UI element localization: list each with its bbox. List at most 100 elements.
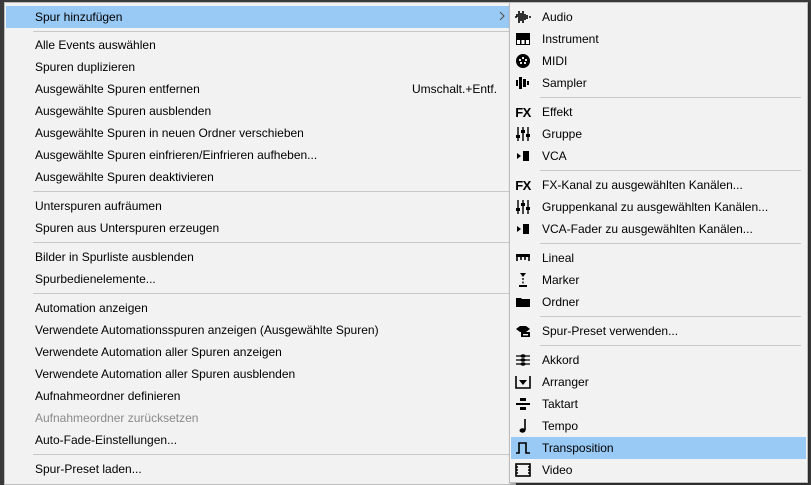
folder-icon — [515, 294, 531, 310]
menu-item-label: Verwendete Automation aller Spuren anzei… — [35, 345, 282, 359]
submenu-item-vca[interactable]: VCA — [511, 145, 806, 167]
submenu-item-transpose[interactable]: Transposition — [511, 437, 806, 459]
submenu-item-marker[interactable]: Marker — [511, 269, 806, 291]
submenu-item-ruler[interactable]: Lineal — [511, 247, 806, 269]
submenu-item-label: Effekt — [542, 105, 573, 119]
submenu-item-label: Ordner — [542, 295, 580, 309]
submenu-item-label: Spur-Preset verwenden... — [542, 324, 679, 338]
menu-item-remove-selected-tracks[interactable]: Ausgewählte Spuren entfernen Umschalt.+E… — [6, 78, 514, 100]
submenu-item-midi[interactable]: MIDI — [511, 50, 806, 72]
submenu-item-label: Sampler — [542, 76, 587, 90]
menu-item-label: Auto-Fade-Einstellungen... — [35, 433, 178, 447]
menu-item-show-used-automation-selected[interactable]: Verwendete Automationsspuren anzeigen (A… — [6, 319, 514, 341]
menu-item-add-track[interactable]: Spur hinzufügen — [6, 6, 514, 28]
menu-separator — [540, 345, 801, 346]
shortcut-label: Umschalt.+Entf. — [412, 82, 498, 96]
menu-item-label: Ausgewählte Spuren einfrieren/Einfrieren… — [35, 148, 318, 162]
arranger-icon — [515, 374, 531, 390]
menu-item-show-used-automation-all[interactable]: Verwendete Automation aller Spuren anzei… — [6, 341, 514, 363]
fx-icon: FX — [515, 177, 531, 193]
menu-item-label: Aufnahmeordner definieren — [35, 389, 181, 403]
submenu-item-audio[interactable]: Audio — [511, 6, 806, 28]
submenu-item-sampler[interactable]: Sampler — [511, 72, 806, 94]
submenu-item-label: VCA — [542, 149, 567, 163]
menu-separator — [540, 316, 801, 317]
menu-item-hide-selected-tracks[interactable]: Ausgewählte Spuren ausblenden — [6, 100, 514, 122]
submenu-item-label: Arranger — [542, 375, 589, 389]
submenu-item-tempo[interactable]: Tempo — [511, 415, 806, 437]
marker-icon — [515, 272, 531, 288]
submenu-item-effect[interactable]: FX Effekt — [511, 101, 806, 123]
menu-item-auto-fade-settings[interactable]: Auto-Fade-Einstellungen... — [6, 429, 514, 451]
midi-connector-icon — [515, 53, 531, 69]
menu-separator — [33, 293, 511, 294]
submenu-item-video[interactable]: Video — [511, 459, 806, 481]
menu-item-label: Verwendete Automationsspuren anzeigen (A… — [35, 323, 379, 337]
menu-separator — [540, 170, 801, 171]
menu-separator — [33, 454, 511, 455]
submenu-item-label: Akkord — [542, 353, 580, 367]
submenu-item-folder[interactable]: Ordner — [511, 291, 806, 313]
transpose-icon — [515, 440, 531, 456]
menu-separator — [33, 242, 511, 243]
menu-item-label: Spuren duplizieren — [35, 60, 136, 74]
submenu-item-use-track-preset[interactable]: Spur-Preset verwenden... — [511, 320, 806, 342]
submenu-item-label: MIDI — [542, 54, 568, 68]
menu-separator — [540, 97, 801, 98]
menu-item-label: Unterspuren aufräumen — [35, 199, 162, 213]
submenu-item-vca-fader[interactable]: VCA-Fader zu ausgewählten Kanälen... — [511, 218, 806, 240]
menu-item-label: Spur-Preset laden... — [35, 462, 142, 476]
submenu-item-instrument[interactable]: Instrument — [511, 28, 806, 50]
tempo-note-icon — [515, 418, 531, 434]
menu-item-freeze-tracks[interactable]: Ausgewählte Spuren einfrieren/Einfrieren… — [6, 144, 514, 166]
submenu-item-label: FX-Kanal zu ausgewählten Kanälen... — [542, 178, 743, 192]
menu-item-track-controls[interactable]: Spurbedienelemente... — [6, 268, 514, 290]
menu-item-define-record-folder[interactable]: Aufnahmeordner definieren — [6, 385, 514, 407]
menu-item-create-tracks-from-lanes[interactable]: Spuren aus Unterspuren erzeugen — [6, 217, 514, 239]
menu-item-hide-pictures[interactable]: Bilder in Spurliste ausblenden — [6, 246, 514, 268]
track-context-menu: Spur hinzufügen Alle Events auswählen Sp… — [4, 2, 516, 485]
menu-item-label: Ausgewählte Spuren entfernen — [35, 82, 200, 96]
menu-item-show-automation[interactable]: Automation anzeigen — [6, 297, 514, 319]
fx-icon: FX — [515, 104, 531, 120]
submenu-item-arranger[interactable]: Arranger — [511, 371, 806, 393]
menu-item-disable-tracks[interactable]: Ausgewählte Spuren deaktivieren — [6, 166, 514, 188]
menu-item-duplicate-tracks[interactable]: Spuren duplizieren — [6, 56, 514, 78]
menu-separator — [33, 31, 511, 32]
submenu-item-label: Marker — [542, 273, 580, 287]
submenu-item-group-channel[interactable]: Gruppenkanal zu ausgewählten Kanälen... — [511, 196, 806, 218]
add-track-submenu: Audio Instrument MIDI Sampler FX Effekt … — [509, 2, 808, 483]
submenu-item-label: Tempo — [542, 419, 579, 433]
submenu-item-label: Taktart — [542, 397, 579, 411]
menu-item-label: Ausgewählte Spuren ausblenden — [35, 104, 212, 118]
submenu-item-label: Instrument — [542, 32, 599, 46]
menu-item-hide-automation-all[interactable]: Verwendete Automation aller Spuren ausbl… — [6, 363, 514, 385]
group-faders-icon — [515, 199, 531, 215]
menu-item-label: Spuren aus Unterspuren erzeugen — [35, 221, 220, 235]
track-preset-icon — [515, 323, 531, 339]
menu-item-move-to-new-folder[interactable]: Ausgewählte Spuren in neuen Ordner versc… — [6, 122, 514, 144]
vca-fader-icon — [515, 148, 531, 164]
submenu-item-fx-channel[interactable]: FX FX-Kanal zu ausgewählten Kanälen... — [511, 174, 806, 196]
submenu-item-group[interactable]: Gruppe — [511, 123, 806, 145]
menu-item-label: Aufnahmeordner zurücksetzen — [35, 411, 199, 425]
submenu-item-signature[interactable]: Taktart — [511, 393, 806, 415]
menu-item-cleanup-lanes[interactable]: Unterspuren aufräumen — [6, 195, 514, 217]
submenu-item-label: Gruppe — [542, 127, 583, 141]
fx-glyph: FX — [515, 177, 531, 193]
menu-item-select-all-events[interactable]: Alle Events auswählen — [6, 34, 514, 56]
submenu-item-label: Transposition — [542, 441, 614, 455]
submenu-item-chord[interactable]: Akkord — [511, 349, 806, 371]
submenu-item-label: Video — [542, 463, 573, 477]
menu-item-label: Bilder in Spurliste ausblenden — [35, 250, 194, 264]
menu-item-load-track-preset[interactable]: Spur-Preset laden... — [6, 458, 514, 480]
chord-icon — [515, 352, 531, 368]
menu-item-label: Alle Events auswählen — [35, 38, 156, 52]
menu-item-label: Spurbedienelemente... — [35, 272, 156, 286]
submenu-arrow-icon — [499, 11, 505, 21]
menu-item-reset-record-folder: Aufnahmeordner zurücksetzen — [6, 407, 514, 429]
menu-item-label: Verwendete Automation aller Spuren ausbl… — [35, 367, 296, 381]
menu-separator — [33, 191, 511, 192]
submenu-item-label: Lineal — [542, 251, 575, 265]
submenu-item-label: VCA-Fader zu ausgewählten Kanälen... — [542, 222, 753, 236]
